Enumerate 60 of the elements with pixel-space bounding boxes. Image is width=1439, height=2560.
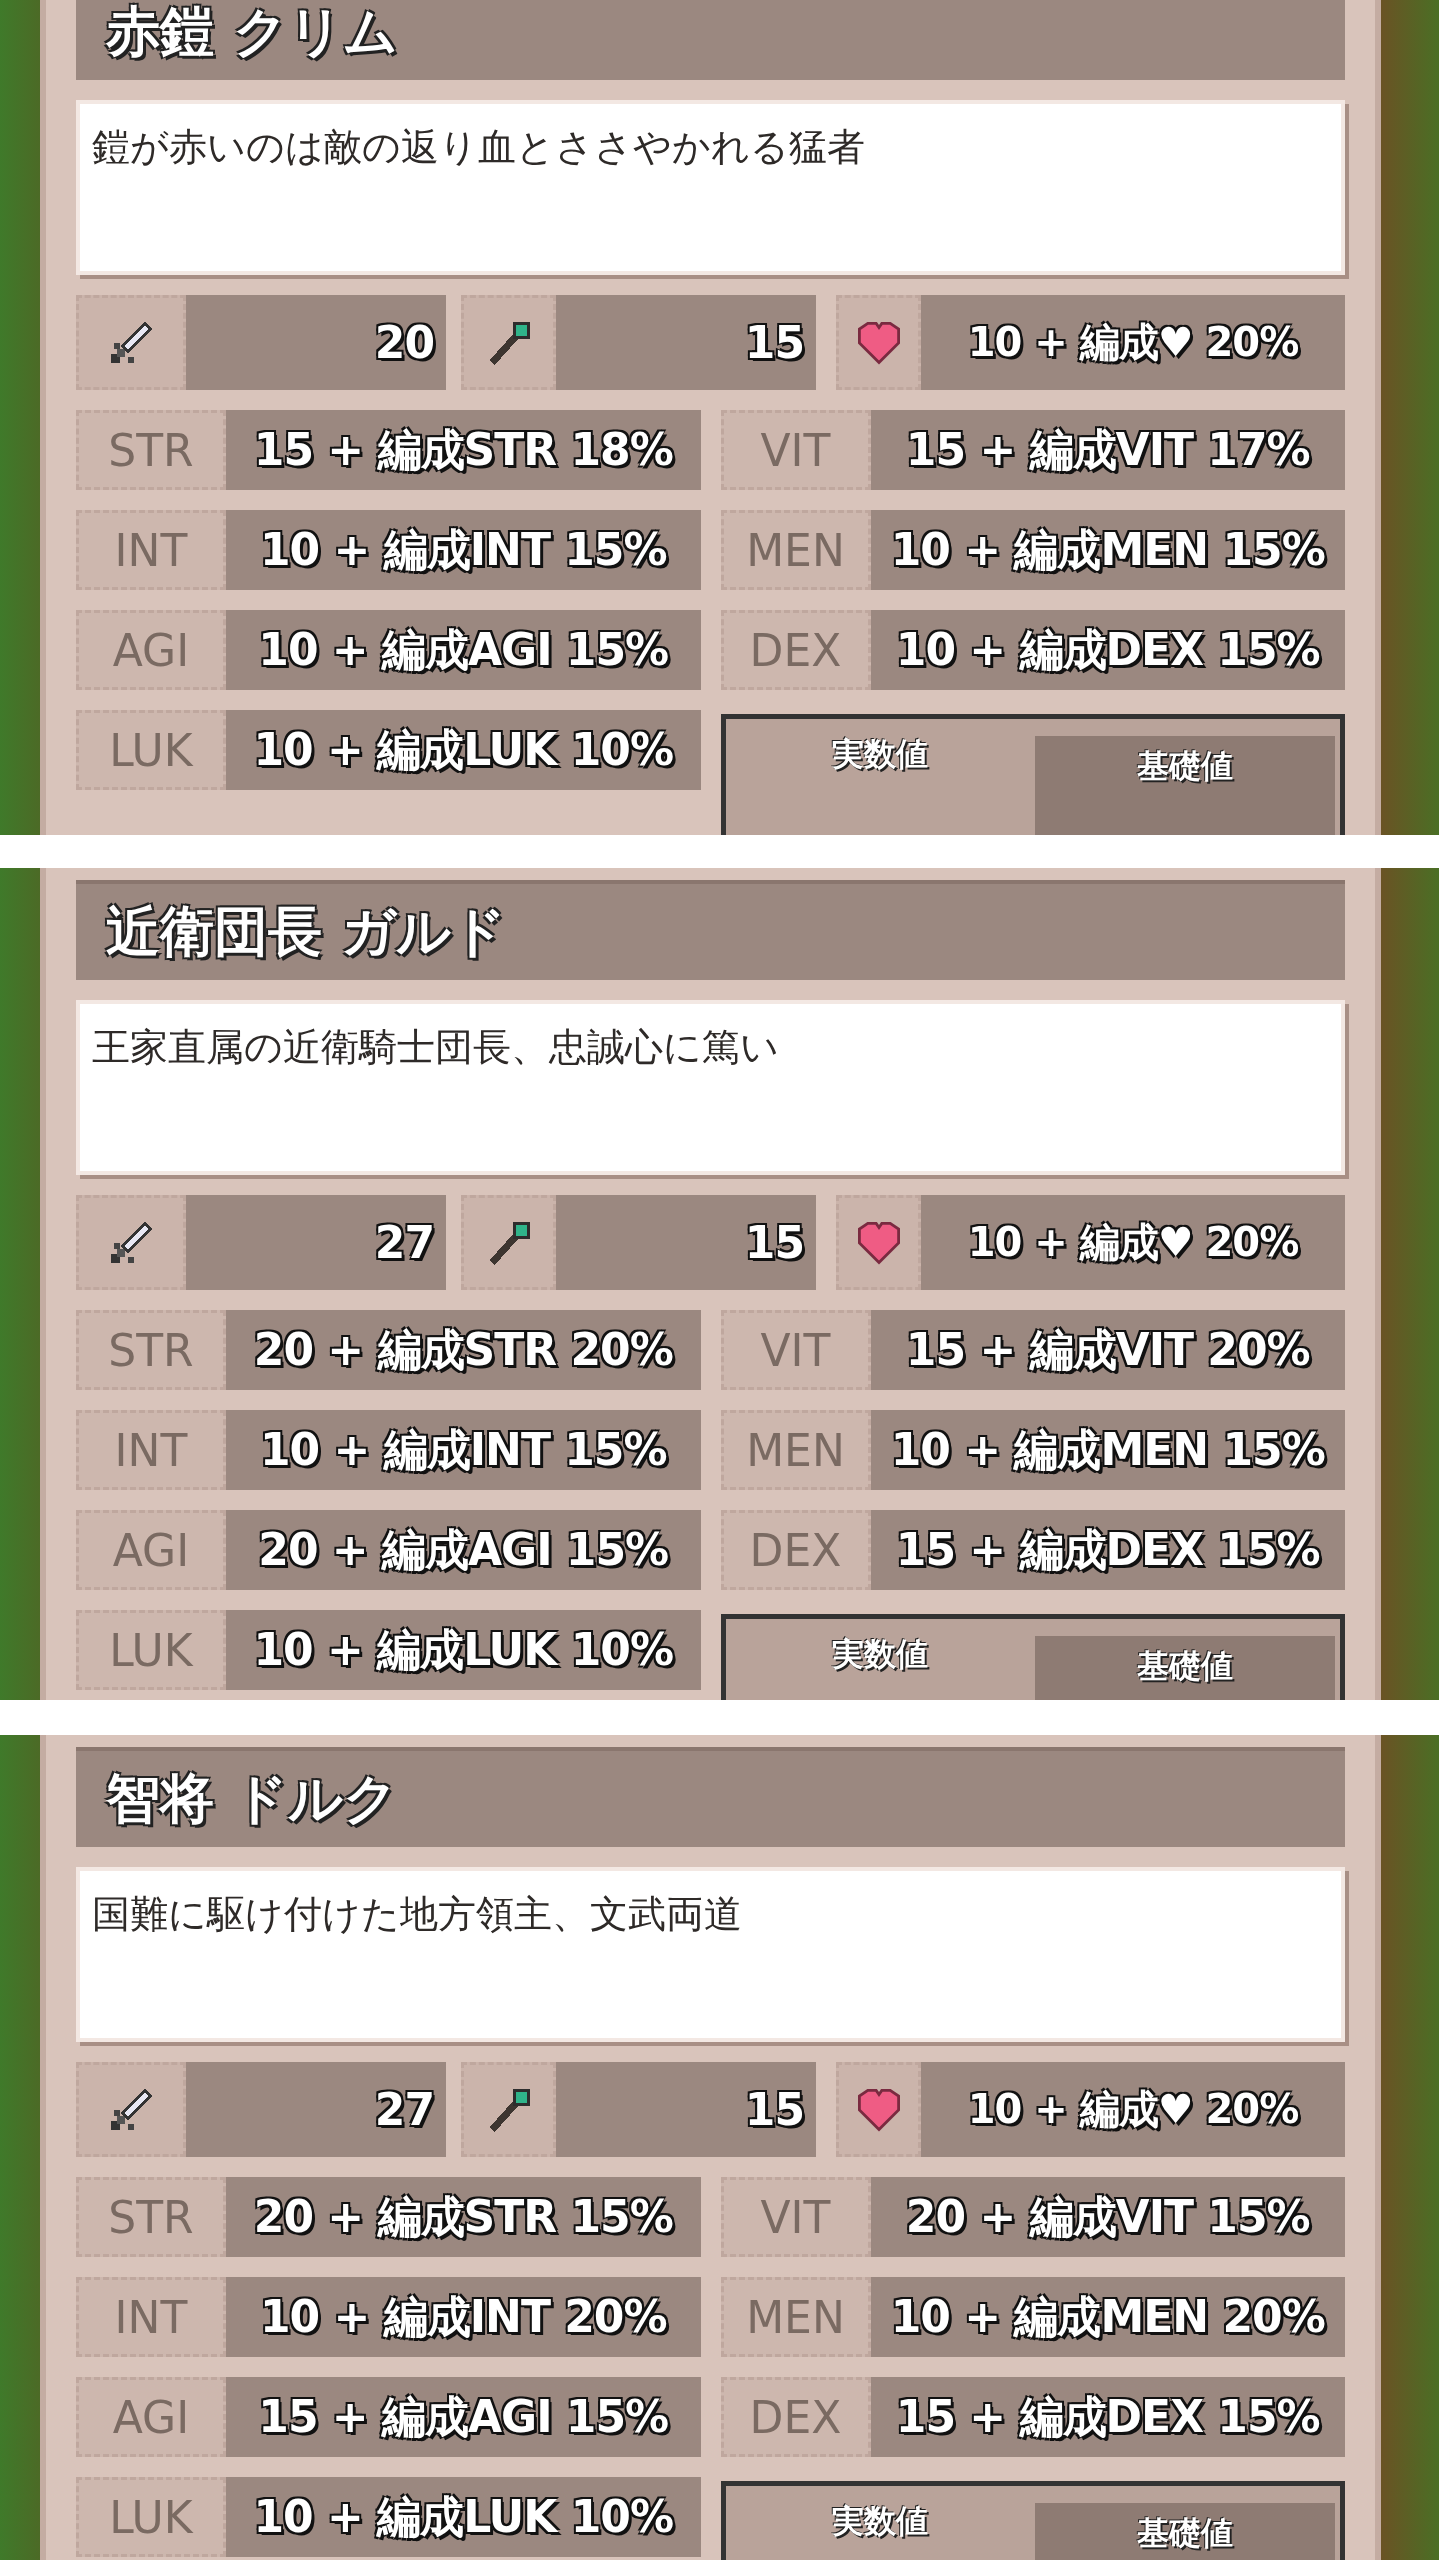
description-text: 王家直属の近衛騎士団長、忠誠心に篤い [92, 1025, 779, 1069]
stat-value: 20 + 編成AGI 15% [226, 1510, 701, 1590]
stat-label: MEN [720, 2277, 871, 2357]
stat-label: VIT [720, 2177, 871, 2257]
stat-label: AGI [76, 2377, 226, 2457]
stat-value: 15 + 編成DEX 15% [870, 1510, 1345, 1590]
stat-value: 10 + 編成DEX 15% [870, 610, 1345, 690]
stat-label: INT [76, 1410, 226, 1490]
stat-value: 10 + 編成INT 15% [226, 1410, 701, 1490]
stat-value: 20 + 編成STR 15% [226, 2177, 701, 2257]
stat-value: 10 + 編成MEN 20% [870, 2277, 1345, 2357]
mode-tab[interactable]: 基礎値 [1035, 1636, 1335, 1700]
description-text: 鎧が赤いのは敵の返り血とささやかれる猛者 [92, 125, 865, 169]
character-name: 近衛団長 ガルド [76, 880, 1345, 980]
mode-tab[interactable]: 基礎値 [1035, 2503, 1335, 2560]
stat-label: MEN [720, 510, 871, 590]
hp-value: 10 + 編成♥ 20% [921, 1195, 1345, 1290]
attack-value: 27 [186, 2062, 446, 2157]
stat-label: MEN [720, 1410, 871, 1490]
stat-label: STR [76, 410, 226, 490]
stat-value: 10 + 編成MEN 15% [870, 1410, 1345, 1490]
attack-value: 27 [186, 1195, 446, 1290]
magic-value: 15 [556, 2062, 816, 2157]
stat-label: DEX [720, 610, 871, 690]
stat-value: 15 + 編成AGI 15% [226, 2377, 701, 2457]
stat-label: INT [76, 2277, 226, 2357]
stat-label: INT [76, 510, 226, 590]
stat-label: LUK [76, 2477, 226, 2557]
stat-label: VIT [720, 1310, 871, 1390]
stat-value: 20 + 編成VIT 15% [870, 2177, 1345, 2257]
stat-value: 20 + 編成STR 20% [226, 1310, 701, 1390]
description-text: 国難に駆け付けた地方領主、文武両道 [92, 1892, 742, 1936]
stat-label: VIT [720, 410, 871, 490]
stat-value: 15 + 編成VIT 20% [870, 1310, 1345, 1390]
stat-value: 10 + 編成LUK 10% [226, 710, 701, 790]
stat-value: 15 + 編成VIT 17% [870, 410, 1345, 490]
stat-value: 10 + 編成MEN 15% [870, 510, 1345, 590]
stat-value: 10 + 編成INT 15% [226, 510, 701, 590]
stat-value: 15 + 編成STR 18% [226, 410, 701, 490]
character-name: 智将 ドルク [76, 1747, 1345, 1847]
stat-label: DEX [720, 2377, 871, 2457]
hp-value: 10 + 編成♥ 20% [921, 2062, 1345, 2157]
stat-label: LUK [76, 1610, 226, 1690]
mode-tab[interactable]: 基礎値 [1035, 736, 1335, 835]
stat-label: AGI [76, 610, 226, 690]
attack-value: 20 [186, 295, 446, 390]
stat-value: 15 + 編成DEX 15% [870, 2377, 1345, 2457]
magic-value: 15 [556, 295, 816, 390]
stat-value: 10 + 編成LUK 10% [226, 1610, 701, 1690]
magic-value: 15 [556, 1195, 816, 1290]
stat-label: STR [76, 1310, 226, 1390]
stat-label: DEX [720, 1510, 871, 1590]
stat-value: 10 + 編成AGI 15% [226, 610, 701, 690]
stat-value: 10 + 編成INT 20% [226, 2277, 701, 2357]
stat-label: AGI [76, 1510, 226, 1590]
stat-label: STR [76, 2177, 226, 2257]
stat-value: 10 + 編成LUK 10% [226, 2477, 701, 2557]
stat-label: LUK [76, 710, 226, 790]
hp-value: 10 + 編成♥ 20% [921, 295, 1345, 390]
character-name: 赤鎧 クリム [76, 0, 1345, 80]
